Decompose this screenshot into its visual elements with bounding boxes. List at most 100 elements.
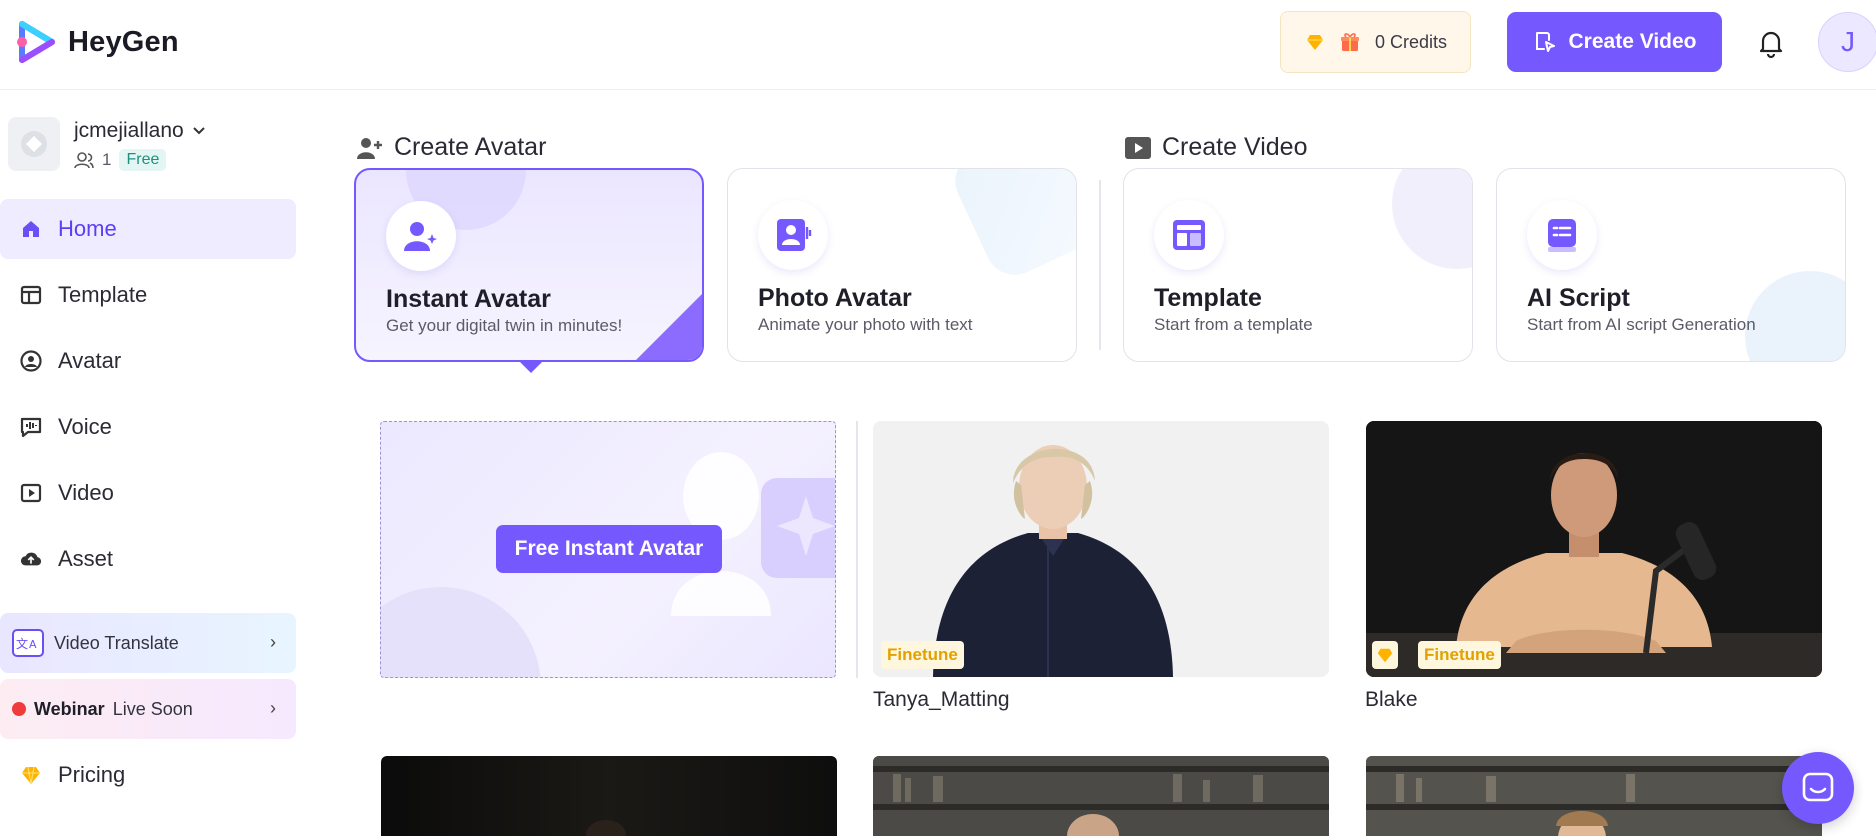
card-subtitle: Get your digital twin in minutes! [386,316,623,335]
card-title: Photo Avatar [758,284,912,312]
ai-script-icon [1548,219,1576,252]
finetune-badge: Finetune [881,641,964,669]
nav-label: Template [58,282,148,307]
app-name: HeyGen [68,25,179,58]
avatar-preview-blake [1366,421,1822,677]
notification-bell-icon[interactable] [1756,27,1786,59]
plan-badge: Free [119,149,167,171]
members-icon [74,152,94,169]
diamond-icon [1307,35,1323,50]
photo-avatar-icon-wrap [758,200,828,270]
avatar-tile-blake[interactable]: Finetune [1366,421,1822,677]
webinar-promo[interactable]: Webinar Live Soon › [0,679,296,739]
nav-pricing[interactable]: Pricing [0,745,296,805]
add-user-icon [357,137,382,159]
ai-script-card[interactable]: AI Script Start from AI script Generatio… [1496,168,1846,362]
template-card[interactable]: Template Start from a template [1123,168,1473,362]
chevron-right-icon: › [270,632,276,652]
user-initial: J [1841,26,1855,57]
chevron-right-icon: › [270,698,276,718]
nav-voice[interactable]: Voice [0,397,296,457]
create-video-label: Create Video [1568,30,1697,53]
workspace-avatar [8,117,60,171]
support-chat-button[interactable] [1782,752,1854,824]
avatar-tile[interactable] [381,756,837,836]
avatar-tile[interactable] [1366,756,1822,836]
create-video-button[interactable]: Create Video [1507,12,1722,72]
chat-icon [1802,772,1834,802]
finetune-label: Finetune [1424,645,1495,664]
webinar-status: Live Soon [112,698,193,719]
logo[interactable]: HeyGen [14,20,179,64]
ai-script-icon-wrap [1527,200,1597,270]
diamond-icon [1377,648,1393,663]
nav-label: Asset [58,546,114,571]
premium-diamond-badge [1372,641,1398,669]
avatar-name: Blake [1365,688,1418,711]
credits-label: 0 Credits [1375,31,1448,52]
nav-label: Voice [58,414,112,439]
user-avatar[interactable]: J [1818,12,1876,72]
chevron-down-icon[interactable] [192,126,206,136]
decor-circle [1745,271,1845,361]
gift-icon [1341,33,1359,51]
decor-circle [381,587,541,677]
nav-label: Avatar [58,348,122,373]
photo-avatar-card[interactable]: Photo Avatar Animate your photo with tex… [727,168,1077,362]
template-icon [1173,220,1205,250]
photo-avatar-icon [777,219,812,251]
svg-text:A: A [29,638,37,651]
video-translate-promo[interactable]: 文 A Video Translate › [0,613,296,673]
workspace-switcher[interactable]: jcmejiallano 1 Free [8,117,206,171]
nav-avatar[interactable]: Avatar [0,331,296,391]
create-avatar-title: Create Avatar [394,133,547,161]
free-instant-avatar-tile[interactable]: Free Instant Avatar [380,421,836,678]
card-title: Template [1154,284,1262,312]
template-icon [20,284,42,306]
card-title: Instant Avatar [386,285,551,313]
diamond-icon [20,764,42,786]
avatar-icon [20,350,42,372]
bookshelf-background [873,756,1329,836]
credits-button[interactable]: 0 Credits [1280,11,1471,73]
instant-avatar-icon-wrap [386,201,456,271]
top-bar: HeyGen 0 Credits Create Video J [0,0,1876,90]
avatar-tile[interactable] [873,756,1329,836]
username: jcmejiallano [74,119,184,142]
card-subtitle: Animate your photo with text [758,315,973,334]
nav-template[interactable]: Template [0,265,296,325]
create-avatar-heading: Create Avatar [356,133,546,162]
nav-home[interactable]: Home [0,199,296,259]
voice-icon [20,416,42,438]
finetune-label: Finetune [887,645,958,664]
create-video-title: Create Video [1162,133,1308,161]
decor-circle [1392,169,1472,269]
free-instant-avatar-label: Free Instant Avatar [514,537,704,560]
translate-icon: 文 A [12,629,44,657]
template-icon-wrap [1154,200,1224,270]
members-count: 1 [102,150,112,169]
nav-label: Pricing [58,762,126,787]
decor-shape [945,169,1076,285]
section-divider [1099,180,1101,350]
nav-label: Home [58,216,117,241]
card-title: AI Script [1527,284,1630,312]
nav-label: Video [58,480,114,505]
video-icon [20,482,42,504]
sidebar: jcmejiallano 1 Free Home Template Avatar… [0,91,300,832]
upload-cloud-icon [20,548,42,570]
avatar-tile-tanya[interactable]: Finetune [873,421,1329,677]
nav-asset[interactable]: Asset [0,529,296,589]
decor-corner [634,292,702,360]
webinar-label: Webinar [34,698,105,719]
tile-divider [856,421,858,678]
live-dot-icon [12,702,26,716]
instant-avatar-card[interactable]: Instant Avatar Get your digital twin in … [354,168,704,362]
finetune-badge: Finetune [1418,641,1501,669]
video-translate-label: Video Translate [54,632,179,653]
home-icon [20,218,42,240]
workspace-logo-icon [21,131,47,157]
free-instant-avatar-button[interactable]: Free Instant Avatar [496,525,722,573]
avatar-preview-tanya [933,445,1173,677]
nav-video[interactable]: Video [0,463,296,523]
